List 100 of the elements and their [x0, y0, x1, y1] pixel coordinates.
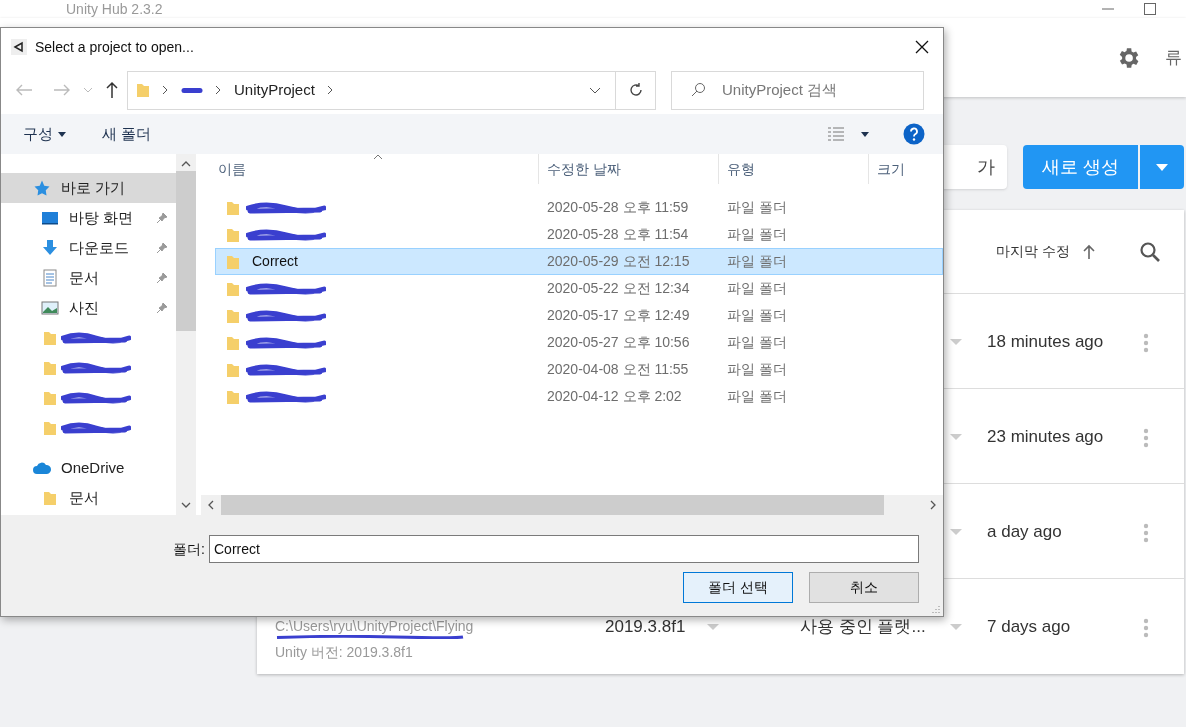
scroll-up-icon[interactable] [181, 161, 191, 167]
window-title: Unity Hub 2.3.2 [66, 0, 163, 19]
scroll-right-icon[interactable] [930, 500, 936, 510]
toolbar-button[interactable]: 구성 [23, 122, 66, 146]
pin-icon[interactable] [156, 272, 168, 284]
help-icon[interactable] [903, 123, 925, 145]
file-row[interactable]: 2020-05-17 오후 12:49 파일 폴더 [215, 302, 943, 329]
column-header[interactable]: 수정한 날짜 [538, 154, 718, 184]
platform-label[interactable]: 사용 중인 플랫... [800, 618, 950, 636]
file-name: Correct [252, 252, 298, 271]
pin-icon[interactable] [156, 302, 168, 314]
file-type: 파일 폴더 [726, 252, 787, 271]
file-row[interactable]: 2020-04-12 오후 2:02 파일 폴더 [215, 383, 943, 410]
file-type: 파일 폴더 [726, 198, 787, 217]
address-bar[interactable]: UnityProject [127, 70, 656, 110]
search-field[interactable]: UnityProject 검색 [671, 70, 924, 110]
chevron-right-icon[interactable] [162, 85, 169, 95]
scribble-icon [61, 421, 131, 435]
nav-label: 사진 [69, 297, 99, 318]
scribble-icon [61, 361, 131, 375]
breadcrumb-item[interactable]: UnityProject [234, 78, 315, 102]
chevron-right-icon[interactable] [326, 85, 334, 95]
modified-date: 2020-04-12 오후 2:02 [546, 387, 683, 406]
forward-arrow-icon[interactable] [53, 83, 71, 97]
resize-grip-icon[interactable] [931, 604, 941, 614]
up-arrow-icon[interactable] [105, 81, 119, 99]
close-icon[interactable] [915, 40, 929, 54]
file-row[interactable]: 2020-05-27 오후 10:56 파일 폴더 [215, 329, 943, 356]
maximize-icon[interactable] [1144, 3, 1156, 15]
folder-icon [43, 330, 57, 346]
folder-icon [226, 307, 240, 324]
sort-caret-icon [373, 154, 383, 160]
scribble-icon [246, 308, 326, 323]
new-project-menu-button[interactable] [1140, 145, 1184, 189]
view-options-icon[interactable] [827, 127, 845, 141]
folder-input-field[interactable]: Correct [209, 535, 919, 563]
desktop-icon [41, 210, 59, 226]
download-arrow-icon [41, 239, 59, 257]
scribble-icon [246, 362, 326, 377]
nav-label: 문서 [69, 267, 99, 288]
pin-icon[interactable] [156, 212, 168, 224]
file-row[interactable]: 2020-05-28 오후 11:59 파일 폴더 [215, 194, 943, 221]
nav-item[interactable]: OneDrive [1, 453, 176, 483]
file-row[interactable]: 2020-04-08 오전 11:55 파일 폴더 [215, 356, 943, 383]
more-options-icon[interactable] [1143, 428, 1149, 448]
refresh-icon[interactable] [627, 82, 644, 98]
scroll-down-icon[interactable] [181, 502, 191, 508]
column-header[interactable]: 이름 [201, 154, 538, 184]
horizontal-scrollbar[interactable] [201, 495, 943, 515]
file-row[interactable]: 2020-05-28 오후 11:54 파일 폴더 [215, 221, 943, 248]
caret-icon [58, 131, 66, 137]
scribble-icon [61, 331, 131, 345]
folder-icon [43, 360, 57, 376]
folder-icon [136, 82, 150, 98]
user-name[interactable]: 류 [1165, 44, 1182, 71]
scribble-icon [246, 335, 326, 350]
sort-label[interactable]: 마지막 수정 [996, 241, 1070, 262]
modified-date: 2020-05-17 오후 12:49 [546, 306, 691, 325]
scroll-left-icon[interactable] [208, 500, 214, 510]
nav-item[interactable]: 바탕 화면 [1, 203, 176, 233]
file-row[interactable]: Correct 2020-05-29 오전 12:15 파일 폴더 [215, 248, 943, 275]
nav-label: 문서 [69, 487, 99, 508]
chevron-down-icon[interactable] [589, 86, 601, 94]
version-label[interactable]: 2019.3.8f1 [605, 618, 686, 636]
file-type: 파일 폴더 [726, 333, 787, 352]
folder-icon [43, 420, 57, 436]
modified-time: 18 minutes ago [987, 333, 1105, 351]
file-type: 파일 폴더 [726, 306, 787, 325]
nav-item[interactable]: 사진 [1, 293, 176, 323]
nav-item[interactable]: 문서 [1, 263, 176, 293]
nav-label: OneDrive [61, 457, 125, 478]
more-options-icon[interactable] [1143, 523, 1149, 543]
column-header[interactable]: 유형 [718, 154, 868, 184]
chevron-right-icon[interactable] [215, 85, 222, 95]
file-row[interactable]: 2020-05-22 오전 12:34 파일 폴더 [215, 275, 943, 302]
column-header[interactable]: 크기 [868, 154, 943, 184]
sort-up-arrow-icon[interactable] [1082, 243, 1096, 260]
back-arrow-icon[interactable] [15, 83, 33, 97]
nav-label: 바로 가기 [61, 177, 126, 198]
project-path: C:\Users\ryu\UnityProject\Flying [275, 618, 474, 634]
more-options-icon[interactable] [1143, 333, 1149, 353]
unity-version-label: Unity 버전: 2019.3.8f1 [275, 643, 414, 662]
nav-item[interactable]: 다운로드 [1, 233, 176, 263]
pin-icon[interactable] [156, 242, 168, 254]
dialog-button[interactable]: 취소 [809, 572, 919, 603]
dialog-title: Select a project to open... [35, 37, 194, 57]
star-icon [33, 179, 51, 197]
nav-item[interactable]: 바로 가기 [1, 173, 176, 203]
photo-icon [41, 300, 59, 316]
dialog-button[interactable]: 폴더 선택 [683, 572, 793, 603]
nav-item[interactable]: 문서 [1, 483, 176, 513]
toolbar-button[interactable]: 새 폴더 [102, 122, 152, 146]
search-icon[interactable] [1138, 239, 1162, 264]
vertical-scrollbar[interactable] [176, 154, 196, 515]
caret-icon[interactable] [861, 131, 869, 137]
file-type: 파일 폴더 [726, 225, 787, 244]
modified-date: 2020-04-08 오전 11:55 [546, 360, 690, 379]
caret-icon [1156, 163, 1168, 171]
folder-icon [226, 226, 240, 243]
more-options-icon[interactable] [1143, 618, 1149, 638]
